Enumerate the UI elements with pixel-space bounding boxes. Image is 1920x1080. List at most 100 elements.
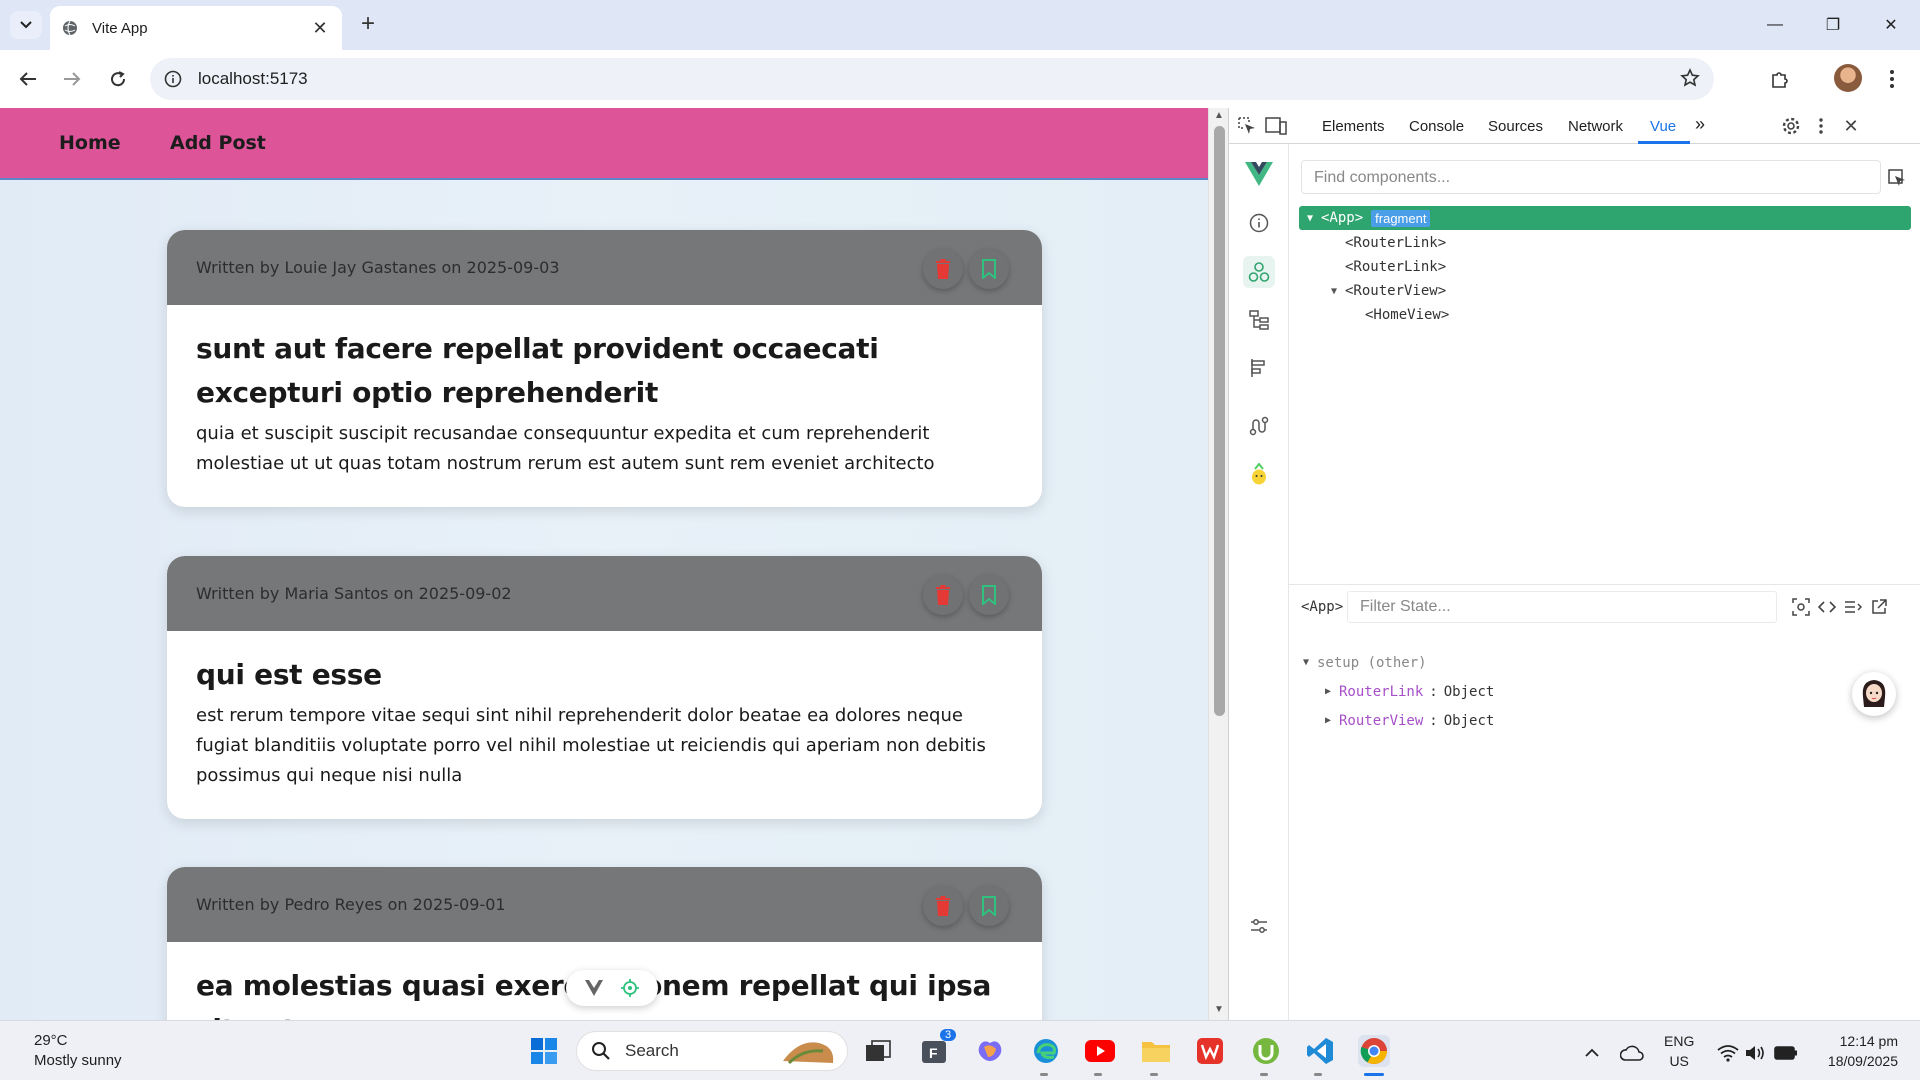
timeline-icon[interactable] [1243,352,1275,384]
minimize-button[interactable]: — [1746,0,1804,50]
wps-office-icon[interactable] [1194,1035,1226,1067]
filter-state-input[interactable]: Filter State... [1347,591,1777,623]
clock[interactable]: 12:14 pm 18/09/2025 [1818,1031,1898,1071]
state-inspector-toolbar: <App> Filter State... [1289,584,1920,628]
delete-post-button[interactable] [923,886,963,926]
expand-triangle-icon[interactable]: ▼ [1303,657,1317,668]
scroll-to-component-icon[interactable] [1791,597,1811,617]
components-icon[interactable] [1243,256,1275,288]
expand-triangle-icon[interactable]: ▼ [1307,213,1321,224]
volume-icon[interactable] [1740,1037,1772,1069]
expand-triangle-icon[interactable]: ▶ [1325,715,1339,726]
component-inspector-icon[interactable] [621,979,639,997]
close-devtools-icon[interactable]: ✕ [1841,116,1861,136]
bookmark-star-icon[interactable] [1680,68,1700,88]
nav-add-post-link[interactable]: Add Post [170,132,266,154]
tree-node-routerlink[interactable]: <RouterLink> [1299,231,1911,255]
tree-node-routerview[interactable]: ▼ <RouterView> [1299,279,1911,303]
open-external-icon[interactable] [1869,597,1889,617]
tree-node-routerlink[interactable]: <RouterLink> [1299,255,1911,279]
tree-node-label: <RouterView> [1345,283,1447,299]
tab-search-button[interactable] [10,11,42,39]
tab-network[interactable]: Network [1568,118,1623,135]
region-code: US [1669,1053,1689,1069]
tree-node-app[interactable]: ▼ <App> fragment [1299,206,1911,230]
outlook-app-icon[interactable]: F 3 [918,1029,957,1067]
chrome-app-icon[interactable] [1358,1035,1390,1067]
tab-sources[interactable]: Sources [1488,118,1543,135]
vscode-app-icon[interactable] [1304,1035,1336,1067]
tree-node-label: <RouterLink> [1345,235,1447,251]
task-view-icon[interactable] [862,1035,894,1067]
device-toolbar-icon[interactable] [1265,116,1287,136]
tree-node-homeview[interactable]: <HomeView> [1299,303,1911,327]
bookmark-post-button[interactable] [969,886,1009,926]
language-indicator[interactable]: ENG US [1664,1031,1694,1071]
close-tab-icon[interactable]: ✕ [310,18,330,39]
nav-home-link[interactable]: Home [59,132,121,154]
scroll-up-arrow[interactable]: ▲ [1214,110,1224,121]
browser-menu-button[interactable] [1876,63,1908,95]
find-components-input[interactable]: Find components... [1301,160,1881,194]
scrollbar-thumb[interactable] [1214,126,1225,716]
battery-icon[interactable] [1770,1037,1802,1069]
bookmark-post-button[interactable] [969,249,1009,289]
close-window-button[interactable]: ✕ [1862,0,1920,50]
pages-tree-icon[interactable] [1243,304,1275,336]
forward-button[interactable] [56,63,88,95]
bookmark-post-button[interactable] [969,575,1009,615]
expand-triangle-icon[interactable]: ▼ [1331,286,1345,297]
back-button[interactable] [12,63,44,95]
taskbar-search[interactable]: Search [576,1031,848,1071]
overview-info-icon[interactable] [1243,207,1275,239]
new-tab-button[interactable]: + [354,11,382,39]
onedrive-icon[interactable] [1616,1037,1648,1069]
post-meta: Written by Pedro Reyes on 2025-09-01 [196,895,506,914]
browser-tab[interactable]: Vite App ✕ [50,6,342,50]
extensions-button[interactable] [1764,63,1796,95]
profile-avatar[interactable] [1834,64,1862,92]
show-hidden-icons-chevron-icon[interactable] [1576,1037,1608,1069]
vue-devtools-overlay[interactable] [566,970,658,1006]
tab-console[interactable]: Console [1409,118,1464,135]
settings-sliders-icon[interactable] [1243,910,1275,942]
assistant-avatar-button[interactable] [1852,672,1896,716]
post-title: sunt aut facere repellat provident occae… [196,332,879,409]
reload-button[interactable] [102,63,134,95]
copilot-app-icon[interactable] [974,1035,1006,1067]
router-icon[interactable] [1243,410,1275,442]
tab-vue[interactable]: Vue [1650,118,1676,135]
windows-start-icon[interactable] [528,1035,560,1067]
settings-gear-icon[interactable] [1781,116,1801,136]
youtube-app-icon[interactable] [1084,1035,1116,1067]
vue-logo-icon[interactable] [585,980,603,996]
edge-app-icon[interactable] [1030,1035,1062,1067]
trash-icon [936,259,950,279]
select-component-icon[interactable] [1887,168,1907,188]
address-bar[interactable]: localhost:5173 [150,58,1714,100]
restore-button[interactable]: ❐ [1804,0,1862,50]
state-row[interactable]: ▶ RouterLink : Object [1303,677,1494,706]
weather-widget[interactable]: 29°C Mostly sunny [34,1031,122,1071]
post-body: quia et suscipit suscipit recusandae con… [196,423,935,474]
tab-elements[interactable]: Elements [1322,118,1385,135]
site-info-icon[interactable] [164,70,182,88]
state-row[interactable]: ▶ RouterView : Object [1303,706,1494,735]
delete-post-button[interactable] [923,575,963,615]
inspect-element-icon[interactable] [1237,116,1257,136]
scroll-down-arrow[interactable]: ▼ [1214,1004,1224,1015]
tab-title: Vite App [92,19,148,37]
page-scrollbar[interactable]: ▲ ▼ [1208,108,1228,1020]
collapse-all-icon[interactable] [1843,597,1863,617]
devtools-menu-icon[interactable] [1813,116,1829,136]
utorrent-app-icon[interactable] [1250,1035,1282,1067]
file-explorer-icon[interactable] [1140,1035,1172,1067]
more-tabs-chevron-icon[interactable]: » [1695,114,1705,135]
post-card-header: Written by Louie Jay Gastanes on 2025-09… [167,230,1042,305]
delete-post-button[interactable] [923,249,963,289]
colon-separator: : [1429,712,1438,729]
code-icon[interactable] [1817,597,1837,617]
expand-triangle-icon[interactable]: ▶ [1325,686,1339,697]
pinia-icon[interactable] [1243,458,1275,490]
setup-section[interactable]: ▼ setup (other) [1303,648,1494,677]
